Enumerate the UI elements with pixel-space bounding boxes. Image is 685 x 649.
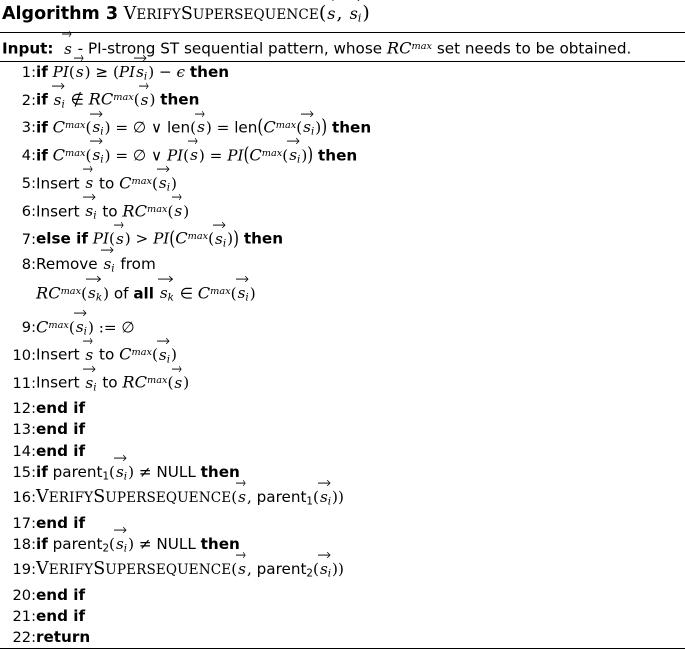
algorithm-line: 4: if Cmax(si) = ∅ ∨ PI(s) = PI(Cmax(si)… — [0, 138, 685, 171]
line-code: end if — [36, 606, 685, 627]
algorithm-lines: 1: if PI(s) ≥ (PIsi) − ϵ then 2: if si ∉… — [0, 54, 685, 649]
line-code: if parent1(si) ≠ NULL then — [36, 454, 685, 487]
keyword-end-if: end if — [36, 420, 86, 439]
algorithm-line: 10: Insert s to Cmax(si) — [0, 337, 685, 370]
line-code: if PI(s) ≥ (PIsi) − ϵ then — [36, 54, 685, 87]
algorithm-line: 17: end if — [0, 513, 685, 534]
algorithm-number: 3 — [105, 4, 119, 24]
line-code: if parent2(si) ≠ NULL then — [36, 526, 685, 559]
line-number: 6: — [21, 202, 36, 220]
algorithm-line: 20: end if — [0, 585, 685, 606]
line-code: RCmax(sk) of all sk ∈ Cmax(si) — [36, 276, 685, 309]
input-label: Input: — [2, 39, 54, 58]
line-number: 21: — [12, 608, 37, 626]
algorithm-line: 13: end if — [0, 419, 685, 440]
line-code: end if — [36, 585, 685, 606]
line-number: 12: — [12, 400, 37, 418]
input-line: Input: s - PI-strong ST sequential patte… — [0, 30, 685, 60]
algorithm-line: 21: end if — [0, 606, 685, 627]
line-code: Remove si from — [36, 247, 685, 279]
line-code: Insert si to RCmax(s) — [36, 193, 685, 227]
line-code: if si ∉ RCmax(s) then — [36, 82, 685, 115]
algorithm-line: 18: if parent2(si) ≠ NULL then — [0, 526, 685, 559]
algorithm-line: 7: else if PI(s) > PI(Cmax(si)) then — [0, 221, 685, 254]
line-code: if Cmax(si) = ∅ ∨ len(s) = len(Cmax(si))… — [36, 110, 685, 143]
line-number: 9: — [21, 318, 36, 336]
line-code: end if — [36, 398, 685, 419]
line-number — [0, 280, 36, 309]
line-code: VERIFYSUPERSEQUENCE(s, parent1(si)) — [36, 480, 685, 512]
algorithm-line-continuation: RCmax(sk) of all sk ∈ Cmax(si) — [0, 276, 685, 309]
line-code: if Cmax(si) = ∅ ∨ PI(s) = PI(Cmax(si)) t… — [36, 138, 685, 171]
algorithm-line: 19: VERIFYSUPERSEQUENCE(s, parent2(si)) — [0, 552, 685, 584]
line-code: else if PI(s) > PI(Cmax(si)) then — [36, 221, 685, 254]
procedure-call: VERIFYSUPERSEQUENCE — [36, 559, 232, 580]
algorithm-line: 8: Remove si from — [0, 247, 685, 279]
line-code: Cmax(si) := ∅ — [36, 309, 685, 343]
algorithm-line: 3: if Cmax(si) = ∅ ∨ len(s) = len(Cmax(s… — [0, 110, 685, 143]
procedure-name: VERIFYSUPERSEQUENCE — [123, 4, 319, 24]
keyword-end-if: end if — [36, 399, 86, 418]
line-number: 13: — [12, 421, 37, 439]
algorithm-line: 6: Insert si to RCmax(s) — [0, 193, 685, 227]
line-number: 4: — [21, 147, 36, 165]
algorithm-line: 2: if si ∉ RCmax(s) then — [0, 82, 685, 115]
line-number: 15: — [12, 463, 37, 481]
algorithm-line: 11: Insert si to RCmax(s) — [0, 365, 685, 398]
algorithm-line: 14: end if — [0, 441, 685, 462]
line-number: 10: — [12, 346, 37, 364]
line-number: 18: — [12, 535, 37, 553]
line-number: 22: — [12, 629, 37, 647]
line-number: 14: — [12, 442, 37, 460]
line-number: 3: — [21, 119, 36, 137]
algorithm-block: Algorithm 3 VERIFYSUPERSEQUENCE(s, si) I… — [0, 0, 685, 649]
algorithm-line: 15: if parent1(si) ≠ NULL then — [0, 454, 685, 487]
line-number: 11: — [12, 374, 37, 392]
keyword-end-if: end if — [36, 585, 86, 604]
line-number: 5: — [21, 175, 36, 193]
line-number: 2: — [21, 91, 36, 109]
line-number: 8: — [21, 256, 36, 274]
line-code: Insert s to Cmax(si) — [36, 337, 685, 370]
algorithm-line: 16: VERIFYSUPERSEQUENCE(s, parent1(si)) — [0, 480, 685, 512]
line-number: 19: — [12, 561, 37, 579]
line-code: Insert si to RCmax(s) — [36, 365, 685, 398]
line-code: end if — [36, 441, 685, 462]
line-number: 17: — [12, 514, 37, 532]
line-code: return — [36, 627, 685, 648]
line-number: 20: — [12, 586, 37, 604]
line-code: end if — [36, 419, 685, 440]
algorithm-line: 1: if PI(s) ≥ (PIsi) − ϵ then — [0, 54, 685, 87]
line-number: 1: — [21, 63, 36, 81]
line-code: VERIFYSUPERSEQUENCE(s, parent2(si)) — [36, 552, 685, 584]
keyword-end-if: end if — [36, 441, 86, 460]
algorithm-line: 22: return — [0, 627, 685, 648]
algorithm-label: Algorithm — [2, 4, 100, 24]
keyword-end-if: end if — [36, 607, 86, 626]
line-number: 7: — [21, 230, 36, 248]
algorithm-line: 5: Insert s to Cmax(si) — [0, 166, 685, 199]
algorithm-line: 12: end if — [0, 398, 685, 419]
algorithm-caption: Algorithm 3 VERIFYSUPERSEQUENCE(s, si) — [0, 0, 685, 32]
line-code: end if — [36, 513, 685, 534]
algorithm-line: 9: Cmax(si) := ∅ — [0, 309, 685, 343]
line-code: Insert s to Cmax(si) — [36, 166, 685, 199]
line-number: 16: — [12, 489, 37, 507]
keyword-end-if: end if — [36, 513, 86, 532]
procedure-call: VERIFYSUPERSEQUENCE — [36, 487, 232, 508]
keyword-return: return — [36, 628, 91, 647]
procedure-args: (s, si) — [319, 0, 370, 24]
